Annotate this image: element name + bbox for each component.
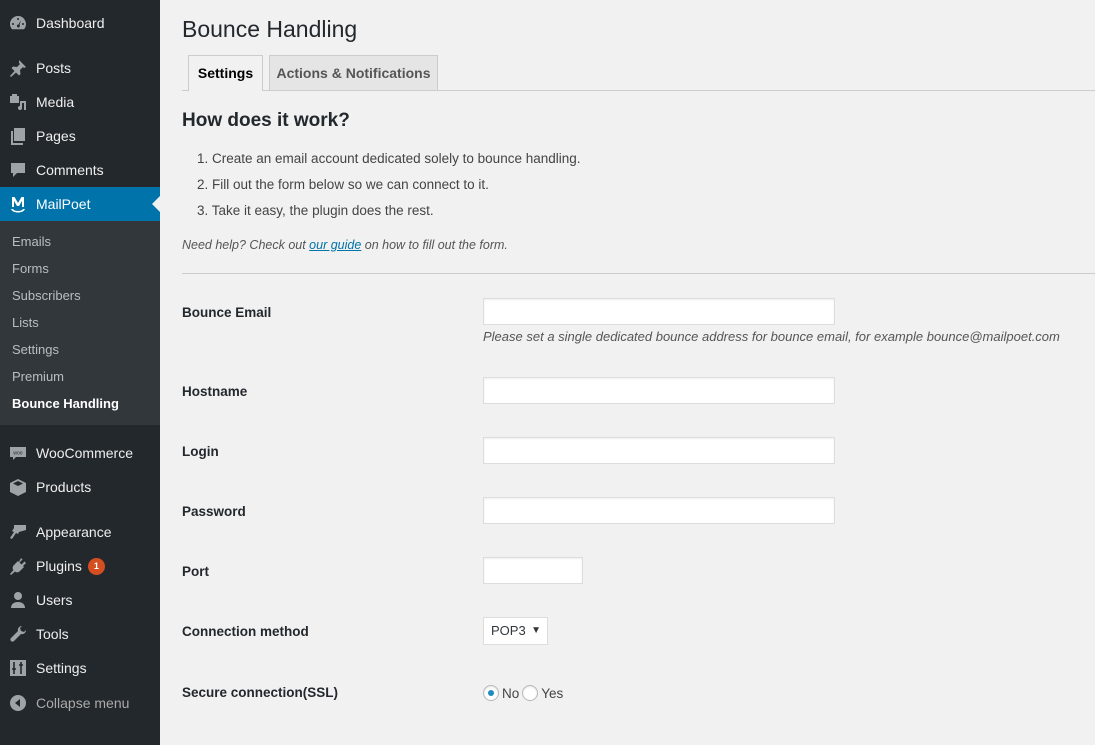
guide-link[interactable]: our guide (309, 238, 361, 252)
chevron-down-icon: ▼ (531, 625, 541, 636)
login-label: Login (182, 444, 219, 459)
sidebar-item-products[interactable]: Products (0, 470, 160, 504)
paintbrush-icon (0, 515, 36, 549)
help-text: Need help? Check out our guide on how to… (182, 238, 508, 252)
sidebar-item-label: Media (36, 94, 75, 110)
steps-list: 1. Create an email account dedicated sol… (197, 150, 581, 228)
svg-text:woo: woo (13, 451, 22, 457)
sidebar-item-pages[interactable]: Pages (0, 119, 160, 153)
mailpoet-submenu: Emails Forms Subscribers Lists Settings … (0, 221, 160, 425)
pushpin-icon (0, 51, 36, 85)
port-input[interactable] (483, 557, 583, 584)
connection-method-label: Connection method (182, 624, 309, 639)
tab-bar: Settings Actions & Notifications (182, 55, 1095, 91)
sidebar-item-appearance[interactable]: Appearance (0, 515, 160, 549)
woocommerce-icon: woo (0, 436, 36, 470)
sidebar-item-label: WooCommerce (36, 445, 133, 461)
sidebar-item-label: Plugins (36, 558, 82, 574)
step-item: 2. Fill out the form below so we can con… (197, 177, 489, 192)
tab-actions-notifications[interactable]: Actions & Notifications (269, 55, 438, 90)
sidebar-item-dashboard[interactable]: Dashboard (0, 6, 160, 40)
submenu-item-premium[interactable]: Premium (0, 363, 160, 390)
wrench-icon (0, 617, 36, 651)
sidebar-item-label: Tools (36, 626, 69, 642)
bounce-email-label: Bounce Email (182, 305, 272, 320)
comment-icon (0, 153, 36, 187)
box-icon (0, 470, 36, 504)
page-title: Bounce Handling (182, 16, 358, 42)
sliders-icon (0, 651, 36, 685)
dashboard-icon (0, 6, 36, 40)
ssl-no-radio[interactable] (483, 685, 499, 701)
sidebar-item-users[interactable]: Users (0, 583, 160, 617)
hostname-input[interactable] (483, 377, 835, 404)
divider (182, 273, 1095, 274)
sidebar-item-label: Posts (36, 60, 72, 76)
mailpoet-icon (0, 187, 36, 221)
sidebar-item-media[interactable]: Media (0, 85, 160, 119)
submenu-item-settings[interactable]: Settings (0, 336, 160, 363)
sidebar-item-label: Comments (36, 162, 104, 178)
sidebar-item-plugins[interactable]: Plugins 1 (0, 549, 160, 583)
ssl-radio-group: No Yes (483, 685, 566, 701)
sidebar-item-label: Appearance (36, 524, 112, 540)
sidebar-item-label: Products (36, 479, 92, 495)
ssl-yes-label[interactable]: Yes (541, 686, 563, 701)
sidebar-item-label: Pages (36, 128, 76, 144)
password-input[interactable] (483, 497, 835, 524)
sidebar-item-label: Dashboard (36, 15, 105, 31)
current-indicator-arrow (152, 196, 160, 212)
collapse-arrow-icon (0, 686, 36, 720)
sidebar-item-comments[interactable]: Comments (0, 153, 160, 187)
sidebar-item-label: Collapse menu (36, 695, 130, 711)
port-label: Port (182, 564, 209, 579)
sidebar-item-posts[interactable]: Posts (0, 51, 160, 85)
plugin-update-count-badge: 1 (87, 557, 105, 575)
admin-sidebar: Dashboard Posts Media Pages Comments Mai… (0, 0, 160, 745)
sidebar-item-mailpoet[interactable]: MailPoet (0, 187, 160, 221)
sidebar-item-label: Users (36, 592, 73, 608)
user-icon (0, 583, 36, 617)
connection-method-select[interactable]: POP3 ▼ (483, 617, 548, 645)
login-input[interactable] (483, 437, 835, 464)
sidebar-item-label: MailPoet (36, 196, 91, 212)
submenu-item-bounce-handling[interactable]: Bounce Handling (0, 390, 160, 417)
bounce-email-description: Please set a single dedicated bounce add… (483, 329, 1060, 344)
submenu-item-subscribers[interactable]: Subscribers (0, 282, 160, 309)
bounce-email-input[interactable] (483, 298, 835, 325)
sidebar-item-label: Settings (36, 660, 87, 676)
plug-icon (0, 549, 36, 583)
media-icon (0, 85, 36, 119)
sidebar-item-settings[interactable]: Settings (0, 651, 160, 685)
ssl-no-label[interactable]: No (502, 686, 519, 701)
connection-method-value: POP3 (491, 623, 526, 638)
sidebar-item-tools[interactable]: Tools (0, 617, 160, 651)
collapse-menu-button[interactable]: Collapse menu (0, 686, 160, 720)
submenu-item-lists[interactable]: Lists (0, 309, 160, 336)
help-suffix: on how to fill out the form. (361, 238, 508, 252)
sidebar-item-woocommerce[interactable]: woo WooCommerce (0, 436, 160, 470)
ssl-yes-radio[interactable] (522, 685, 539, 701)
ssl-label: Secure connection(SSL) (182, 685, 339, 700)
step-item: 1. Create an email account dedicated sol… (197, 151, 581, 166)
submenu-item-forms[interactable]: Forms (0, 255, 160, 282)
help-prefix: Need help? Check out (182, 238, 310, 252)
password-label: Password (182, 504, 246, 519)
hostname-label: Hostname (182, 384, 248, 399)
step-item: 3. Take it easy, the plugin does the res… (197, 203, 434, 218)
tab-settings[interactable]: Settings (188, 55, 263, 91)
pages-icon (0, 119, 36, 153)
section-title: How does it work? (182, 110, 350, 131)
submenu-item-emails[interactable]: Emails (0, 228, 160, 255)
